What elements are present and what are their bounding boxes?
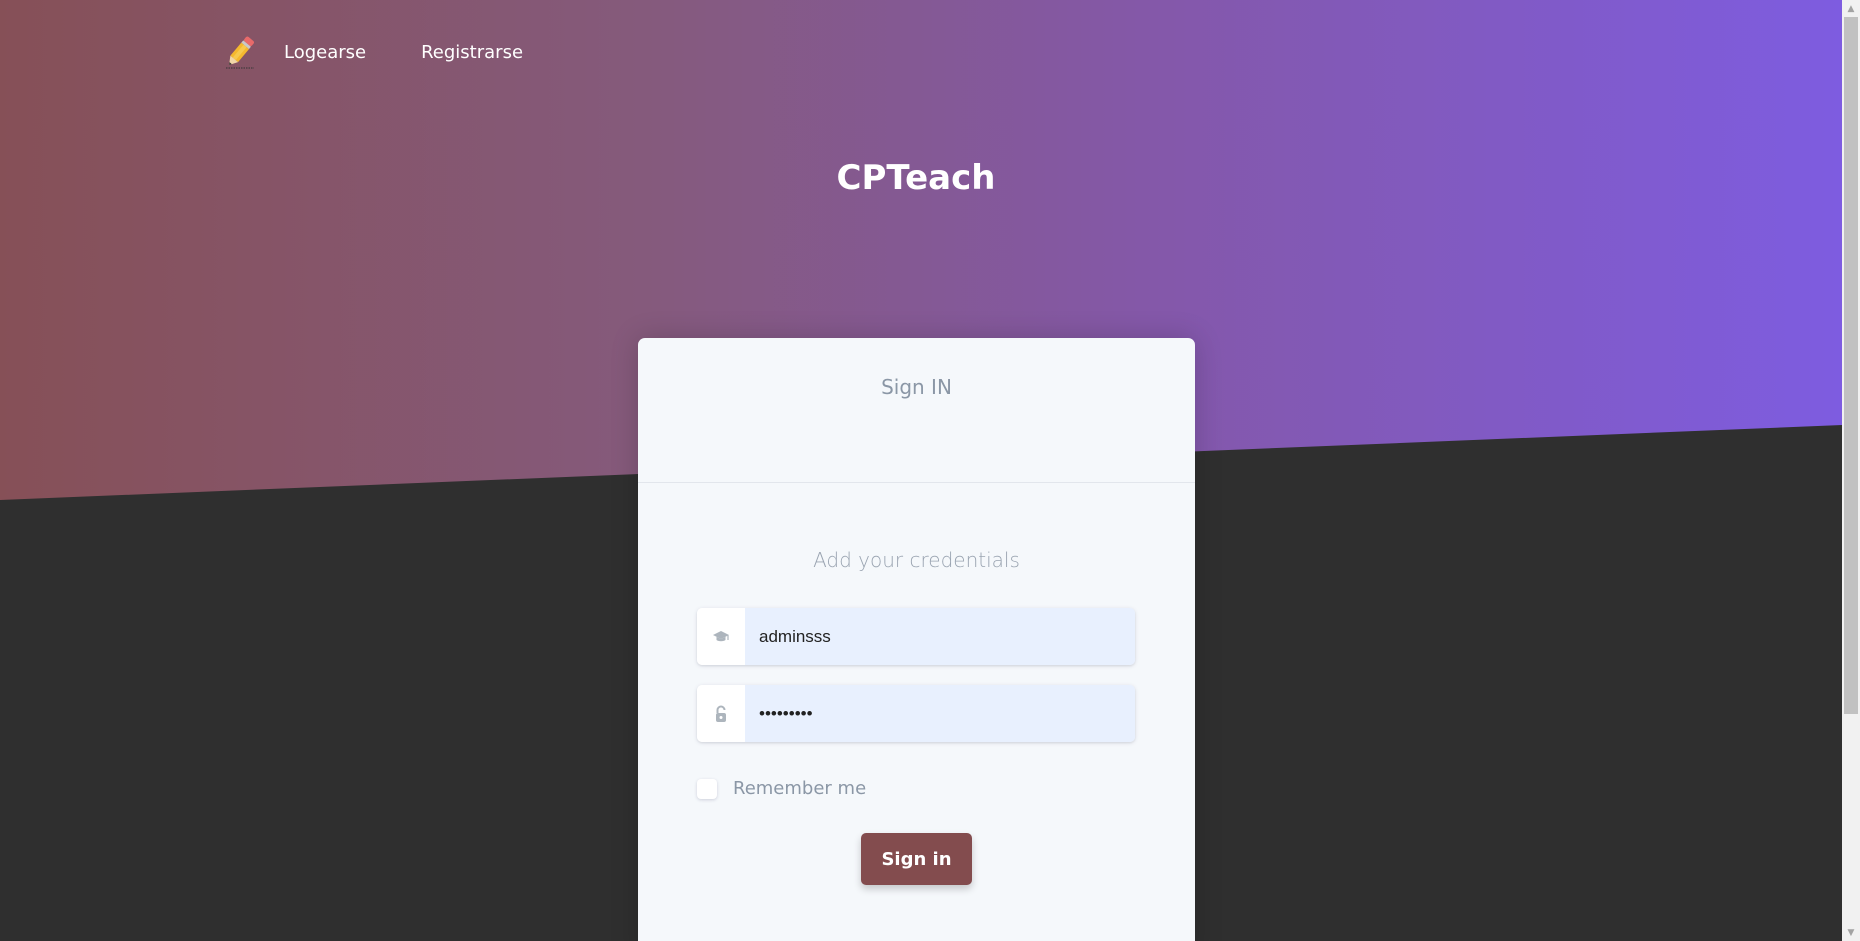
graduation-cap-icon [697,608,745,665]
scroll-down-arrow-icon[interactable]: ▼ [1842,924,1860,941]
card-header: Sign IN [638,338,1195,483]
username-input[interactable] [745,608,1135,665]
nav-link-registrarse[interactable]: Registrarse [421,42,523,63]
remember-me-label: Remember me [733,778,867,799]
scrollbar[interactable]: ▲ ▼ [1842,0,1860,941]
username-group [697,608,1135,665]
signin-button[interactable]: Sign in [861,833,972,885]
top-nav: Logearse Registrarse [222,30,578,74]
remember-me[interactable]: Remember me [697,778,866,799]
card-header-title: Sign IN [881,375,952,399]
page: Logearse Registrarse CPTeach Sign IN Add… [0,0,1842,941]
pencil-logo-icon[interactable] [222,32,258,72]
remember-me-checkbox[interactable] [697,778,717,799]
nav-link-logearse[interactable]: Logearse [284,42,366,63]
scrollbar-thumb[interactable] [1844,17,1858,714]
signin-card: Sign IN Add your credentials adminsss ••… [638,338,1195,941]
unlock-icon [697,685,745,742]
password-group [697,685,1135,742]
page-title: CPTeach [836,158,996,198]
credentials-subtitle: Add your credentials [813,548,1020,572]
scroll-up-arrow-icon[interactable]: ▲ [1842,0,1860,17]
password-input[interactable] [745,685,1135,742]
